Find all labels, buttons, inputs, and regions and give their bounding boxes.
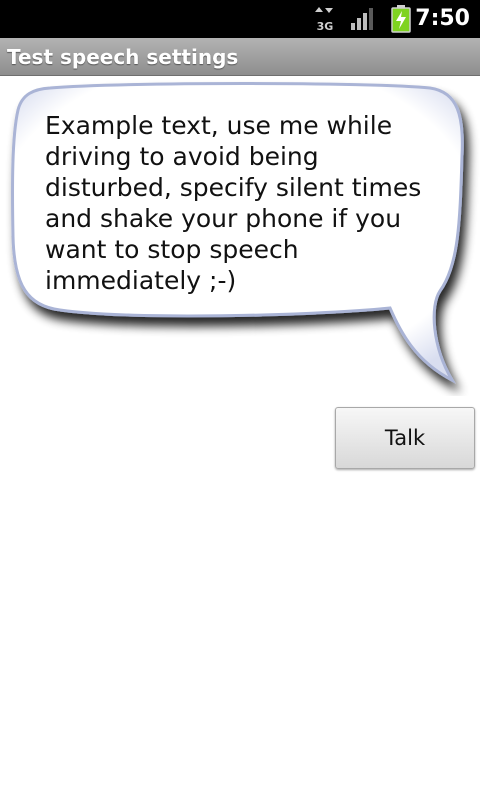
talk-button[interactable]: Talk <box>335 407 475 469</box>
example-text: Example text, use me while driving to av… <box>45 111 422 295</box>
signal-strength-icon <box>351 8 373 30</box>
3g-data-icon: 3G <box>315 7 334 32</box>
network-type-label: 3G <box>317 20 334 32</box>
status-bar: 3G 7:50 <box>0 0 480 38</box>
battery-charging-icon <box>391 5 411 33</box>
status-time: 7:50 <box>415 6 470 31</box>
title-bar: Test speech settings <box>0 38 480 76</box>
page-title: Test speech settings <box>7 45 239 69</box>
